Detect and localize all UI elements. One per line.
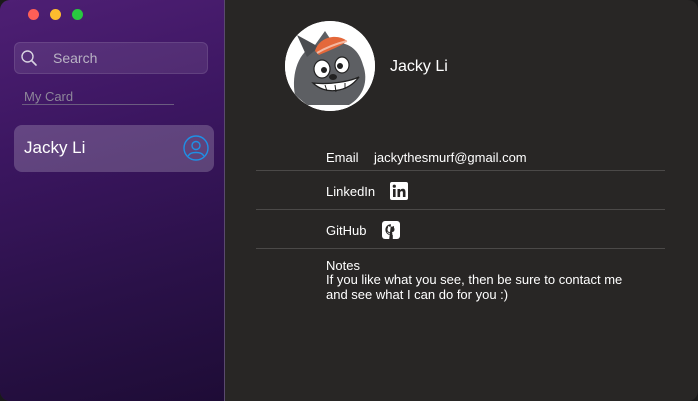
search-icon: [21, 50, 37, 66]
profile-avatar: [285, 21, 375, 111]
notes-line: If you like what you see, then be sure t…: [326, 272, 623, 287]
minimize-window-button[interactable]: [50, 9, 61, 20]
contact-name: Jacky Li: [24, 138, 86, 157]
contact-detail-pane: Jacky Li Email jackythesmurf@gmail.com L…: [225, 0, 698, 401]
divider: [256, 170, 665, 171]
profile-name: Jacky Li: [390, 58, 448, 75]
sidebar: My Card Jacky Li: [0, 0, 225, 401]
search-input[interactable]: [53, 43, 203, 73]
divider: [256, 209, 665, 210]
notes-line: and see what I can do for you :): [326, 287, 509, 302]
my-card-label: My Card: [24, 89, 74, 104]
person-icon[interactable]: [183, 135, 209, 161]
linkedin-icon[interactable]: [390, 182, 408, 200]
email-value[interactable]: jackythesmurf@gmail.com: [374, 150, 527, 165]
cartoon-avatar-image: [285, 21, 375, 111]
linkedin-label: LinkedIn: [326, 184, 376, 199]
zoom-window-button[interactable]: [72, 9, 83, 20]
close-window-button[interactable]: [28, 9, 39, 20]
notes-text: If you like what you see, then be sure t…: [326, 272, 646, 302]
divider: [256, 248, 665, 249]
search-field[interactable]: [14, 42, 208, 74]
my-card-divider: [22, 104, 174, 105]
notes-label: Notes: [326, 258, 360, 273]
email-label: Email: [326, 150, 359, 165]
contacts-window: My Card Jacky Li: [0, 0, 698, 401]
github-label: GitHub: [326, 223, 367, 238]
contact-list-item[interactable]: Jacky Li: [14, 125, 214, 172]
github-icon[interactable]: [382, 221, 400, 239]
